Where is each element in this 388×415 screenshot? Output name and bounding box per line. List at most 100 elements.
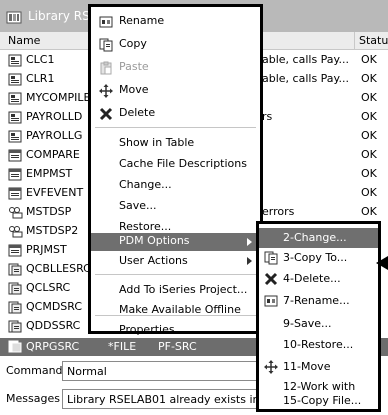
menu-item-label: Properties: [119, 323, 175, 336]
pdm-option-9-save[interactable]: 9-Save...: [259, 314, 378, 334]
pdm-option-label: 4-Delete...: [283, 272, 341, 285]
object-description: rs: [262, 110, 273, 123]
menu-item-copy[interactable]: Copy: [91, 34, 260, 55]
move-icon: [264, 360, 278, 374]
object-name: QCMDSRC: [26, 300, 83, 313]
copy-icon: [99, 38, 113, 52]
pdm-option-15-copy-file[interactable]: 15-Copy File...: [259, 392, 378, 410]
object-status: OK: [361, 91, 377, 104]
menu-item-make-available-offline[interactable]: Make Available Offline: [91, 300, 260, 321]
pdm-option-3-copy-to[interactable]: 3-Copy To...: [259, 248, 378, 268]
object-name: QCBLLESRC: [26, 262, 91, 275]
pdm-option-7-rename[interactable]: 7-Rename...: [259, 291, 378, 311]
menu-item-add-to-iseries-project[interactable]: Add To iSeries Project...: [91, 280, 260, 301]
context-menu: Rename Copy Paste Move Delete Show in Table Ca…: [88, 4, 263, 336]
source-file-icon: [8, 301, 23, 314]
display-file-icon: [8, 206, 23, 219]
object-name: CLC1: [26, 53, 55, 66]
object-description: able, calls Pay...: [262, 72, 349, 85]
menu-item-move[interactable]: Move: [91, 80, 260, 101]
object-name: CLR1: [26, 72, 55, 85]
menu-item-label: Change...: [119, 178, 172, 191]
pdm-options-submenu: 2-Change... 3-Copy To... 4-Delete... 7-Rena…: [256, 221, 381, 412]
menu-item-label: Delete: [119, 106, 156, 119]
program-icon: [8, 111, 23, 124]
copy-icon: [264, 251, 278, 265]
paste-icon: [99, 61, 113, 75]
pdm-option-10-restore[interactable]: 10-Restore...: [259, 335, 378, 355]
source-file-icon: [8, 263, 23, 276]
command-field[interactable]: Normal: [62, 361, 258, 381]
object-name: EMPMST: [26, 167, 73, 180]
program-icon: [8, 54, 23, 67]
command-label: Command: [6, 364, 63, 377]
menu-item-label: Add To iSeries Project...: [119, 283, 248, 296]
menu-separator: [95, 315, 256, 316]
file-icon: [8, 244, 23, 257]
pdm-option-11-move[interactable]: 11-Move: [259, 357, 378, 377]
library-icon: [6, 11, 22, 24]
file-icon: [8, 187, 23, 200]
delete-icon: [99, 107, 113, 121]
menu-item-label: Copy: [119, 37, 147, 50]
menu-item-change[interactable]: Change...: [91, 175, 260, 196]
menu-item-pdm-options[interactable]: PDM Options: [91, 233, 260, 251]
messages-label: Messages: [6, 392, 60, 405]
pdm-option-label: 2-Change...: [283, 231, 347, 244]
display-file-icon: [8, 225, 23, 238]
object-status: OK: [361, 148, 377, 161]
object-name: MSTDSP2: [26, 224, 79, 237]
pdm-option-2-change[interactable]: 2-Change...: [259, 228, 378, 248]
menu-item-user-actions[interactable]: User Actions: [91, 251, 260, 272]
move-icon: [99, 84, 113, 98]
menu-item-properties[interactable]: Properties: [91, 320, 260, 341]
pdm-option-label: 7-Rename...: [283, 294, 350, 307]
object-status: OK: [361, 53, 377, 66]
menu-item-label: Show in Table: [119, 136, 195, 149]
object-status: OK: [361, 167, 377, 180]
submenu-arrow-icon: [247, 238, 252, 246]
menu-item-show-in-table[interactable]: Show in Table: [91, 133, 260, 154]
menu-item-save[interactable]: Save...: [91, 196, 260, 217]
file-icon: [8, 149, 23, 162]
pdm-option-4-delete[interactable]: 4-Delete...: [259, 269, 378, 289]
object-name: QDDSSRC: [26, 319, 81, 332]
menu-item-rename[interactable]: Rename: [91, 11, 260, 32]
menu-item-label: Rename: [119, 14, 165, 27]
object-status: OK: [361, 72, 377, 85]
column-status-header[interactable]: Status: [359, 34, 388, 47]
object-name: EVFEVENT: [26, 186, 84, 199]
menu-item-delete[interactable]: Delete: [91, 103, 260, 124]
submenu-arrow-icon: [247, 257, 252, 265]
file-icon: [8, 168, 23, 181]
source-file-icon: [8, 340, 22, 353]
object-description: errors: [262, 205, 295, 218]
menu-item-label: User Actions: [119, 254, 188, 267]
object-description: able, calls Pay...: [262, 53, 349, 66]
menu-item-label: Cache File Descriptions: [119, 157, 247, 170]
program-icon: [8, 92, 23, 105]
pdm-option-label: 10-Restore...: [283, 338, 354, 351]
rename-icon: [99, 15, 113, 29]
selected-row-name: QRPGSRC: [26, 340, 80, 353]
object-status: OK: [361, 129, 377, 142]
column-divider[interactable]: [354, 32, 355, 50]
column-name-header[interactable]: Name: [8, 34, 40, 47]
menu-item-label: PDM Options: [119, 234, 190, 247]
object-status: OK: [361, 186, 377, 199]
object-name: PRJMST: [26, 243, 67, 256]
menu-item-paste[interactable]: Paste: [91, 57, 260, 78]
object-name: MSTDSP: [26, 205, 72, 218]
selected-row-attribute: PF-SRC: [158, 340, 197, 353]
pdm-option-label: 3-Copy To...: [283, 251, 348, 264]
messages-field: Library RSELAB01 already exists in lib: [62, 389, 258, 409]
object-name: PAYROLLG: [26, 129, 83, 142]
menu-item-label: Move: [119, 83, 149, 96]
pdm-option-label: 11-Move: [283, 360, 331, 373]
menu-item-cache-file-descriptions[interactable]: Cache File Descriptions: [91, 154, 260, 175]
pdm-option-label: 15-Copy File...: [283, 394, 362, 407]
object-name: COMPARE: [26, 148, 80, 161]
object-status: OK: [361, 110, 377, 123]
selected-row-type: *FILE: [108, 340, 137, 353]
object-name: QCLSRC: [26, 281, 71, 294]
